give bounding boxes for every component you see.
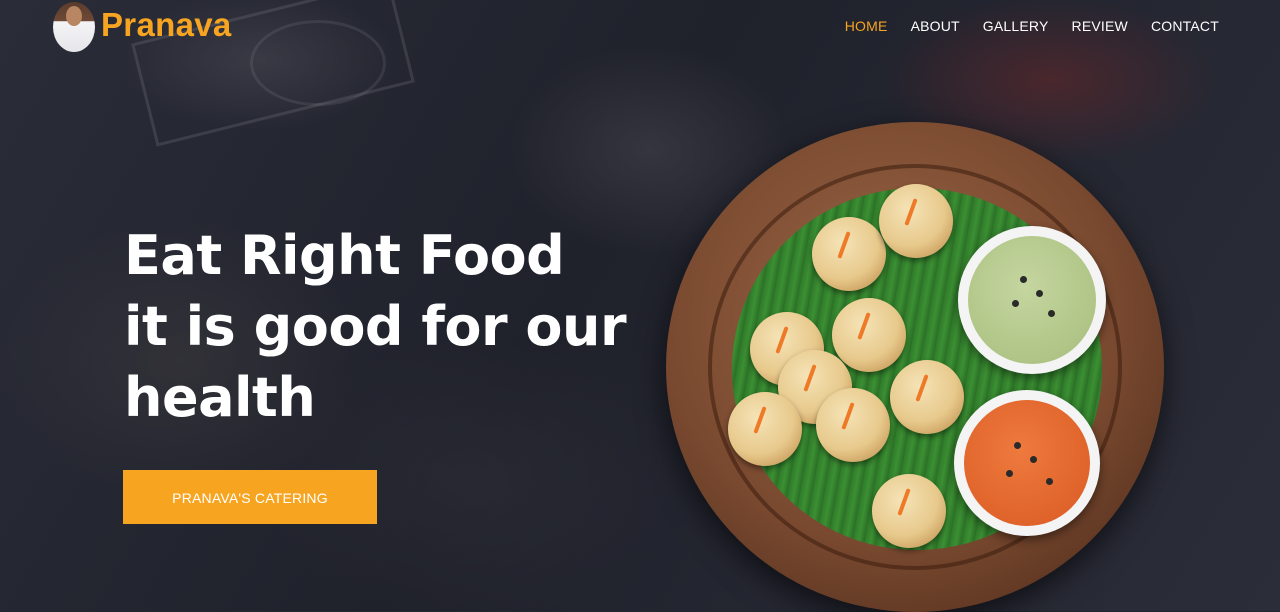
- hero-title-line-1: Eat Right Food: [124, 224, 565, 287]
- green-chutney-bowl: [958, 226, 1106, 374]
- chef-avatar-icon[interactable]: [53, 2, 95, 52]
- appe-item: [890, 360, 964, 434]
- nav-home[interactable]: HOME: [845, 18, 888, 34]
- red-chutney-bowl: [954, 390, 1100, 536]
- hero-title-line-3: health: [124, 366, 316, 429]
- nav-gallery[interactable]: GALLERY: [983, 18, 1049, 34]
- nav-about[interactable]: ABOUT: [911, 18, 960, 34]
- nav-review[interactable]: REVIEW: [1072, 18, 1128, 34]
- chef-face: [66, 6, 82, 26]
- site-header: Pranava HOME ABOUT GALLERY REVIEW CONTAC…: [0, 0, 1280, 56]
- appe-item: [879, 184, 953, 258]
- appe-item: [872, 474, 946, 548]
- brand-name[interactable]: Pranava: [101, 6, 232, 44]
- appe-item: [816, 388, 890, 462]
- main-nav: HOME ABOUT GALLERY REVIEW CONTACT: [845, 18, 1219, 34]
- appe-item: [832, 298, 906, 372]
- hero-title: Eat Right Food it is good for our health: [124, 220, 644, 433]
- catering-button[interactable]: PRANAVA'S CATERING: [123, 470, 377, 524]
- food-plate-image: [666, 122, 1164, 612]
- appe-item: [728, 392, 802, 466]
- appe-item: [812, 217, 886, 291]
- nav-contact[interactable]: CONTACT: [1151, 18, 1219, 34]
- hero-title-line-2: it is good for our: [124, 295, 627, 358]
